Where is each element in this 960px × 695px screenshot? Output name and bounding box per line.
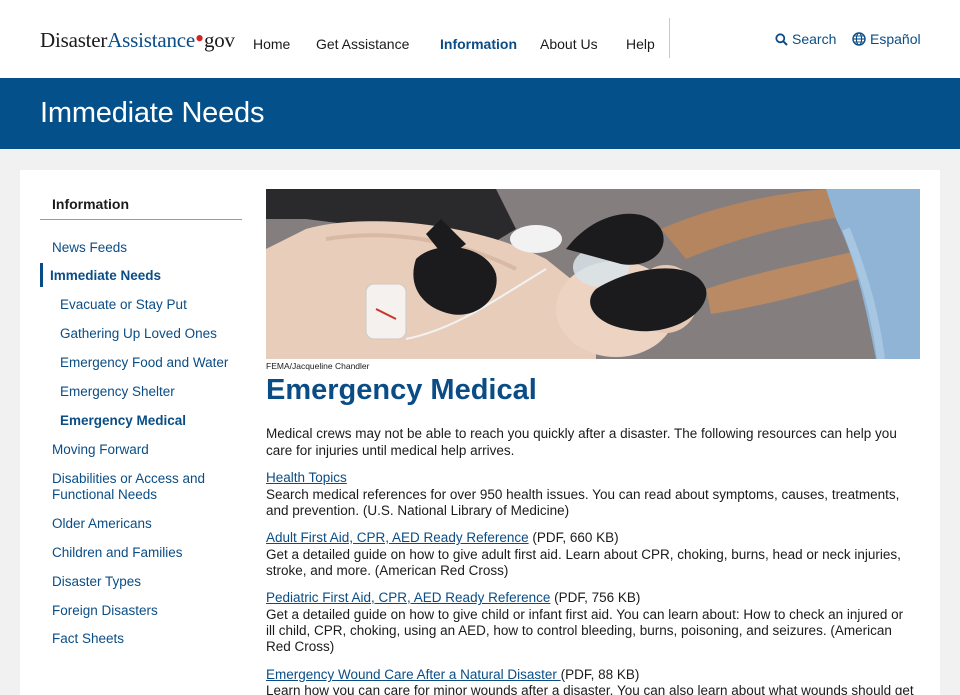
adult-first-aid-link[interactable]: Adult First Aid, CPR, AED Ready Referenc… (266, 530, 529, 545)
sidebar-item-news-feeds[interactable]: News Feeds (52, 239, 127, 256)
sidebar-item-disabilities-line2[interactable]: Functional Needs (52, 486, 157, 503)
nav-home[interactable]: Home (253, 36, 290, 52)
resource-description: ill child, CPR, choking, using an AED, h… (266, 623, 892, 638)
sidebar-item-shelter[interactable]: Emergency Shelter (60, 383, 175, 400)
language-link[interactable]: Español (852, 31, 921, 47)
nav-about-us[interactable]: About Us (540, 36, 598, 52)
resource-description: Get a detailed guide on how to give chil… (266, 607, 904, 622)
resource-description: Search medical references for over 950 h… (266, 487, 900, 502)
nav-help[interactable]: Help (626, 36, 655, 52)
logo-text-gov: gov (203, 28, 235, 52)
resource-description: Red Cross) (266, 639, 335, 654)
page-title: Immediate Needs (40, 97, 265, 129)
intro-line-2: care for injuries until medical help arr… (266, 443, 515, 458)
resource-description: stroke, and more. (American Red Cross) (266, 563, 509, 578)
intro-line-1: Medical crews may not be able to reach y… (266, 426, 897, 441)
resource-description: Learn how you can care for minor wounds … (266, 683, 914, 695)
wound-care-link[interactable]: Emergency Wound Care After a Natural Dis… (266, 667, 561, 682)
resource-adult-first-aid-title: Adult First Aid, CPR, AED Ready Referenc… (266, 529, 916, 546)
resource-description: and prevention. (U.S. National Library o… (266, 503, 570, 518)
search-icon (775, 32, 788, 46)
nav-information[interactable]: Information (440, 36, 517, 52)
site-header: DisasterAssistance•gov Home Get Assistan… (0, 0, 960, 78)
sidebar-item-foreign-disasters[interactable]: Foreign Disasters (52, 602, 158, 619)
logo-text-assistance: Assistance (107, 28, 196, 52)
sidebar-item-moving-forward[interactable]: Moving Forward (52, 441, 149, 458)
nav-divider (669, 18, 670, 58)
sidebar-heading: Information (52, 196, 129, 212)
resource-meta: (PDF, 756 KB) (550, 590, 641, 605)
sidebar-item-evacuate[interactable]: Evacuate or Stay Put (60, 296, 187, 313)
sidebar-item-children-families[interactable]: Children and Families (52, 544, 183, 561)
main-heading: Emergency Medical (266, 374, 537, 406)
nav-get-assistance[interactable]: Get Assistance (316, 36, 409, 52)
sidebar-item-food-water[interactable]: Emergency Food and Water (60, 354, 228, 371)
sidebar-item-older-americans[interactable]: Older Americans (52, 515, 152, 532)
health-topics-link[interactable]: Health Topics (266, 470, 347, 485)
site-logo[interactable]: DisasterAssistance•gov (40, 26, 235, 53)
language-label: Español (870, 31, 921, 47)
logo-dot: • (195, 24, 204, 53)
resource-meta: (PDF, 88 KB) (560, 667, 640, 682)
sidebar-item-disabilities-line1[interactable]: Disabilities or Access and (52, 470, 205, 487)
globe-icon (852, 32, 866, 46)
sidebar-item-emergency-medical[interactable]: Emergency Medical (60, 412, 186, 429)
logo-text-disaster: Disaster (40, 28, 108, 52)
pediatric-first-aid-link[interactable]: Pediatric First Aid, CPR, AED Ready Refe… (266, 590, 550, 605)
page-banner: Immediate Needs (0, 78, 960, 149)
resource-description: Get a detailed guide on how to give adul… (266, 547, 901, 562)
search-label: Search (792, 31, 837, 47)
resource-meta: (PDF, 660 KB) (528, 530, 619, 545)
sidebar-item-immediate-needs[interactable]: Immediate Needs (50, 267, 161, 284)
search-link[interactable]: Search (775, 31, 836, 47)
resource-pediatric-first-aid-title: Pediatric First Aid, CPR, AED Ready Refe… (266, 589, 916, 606)
sidebar-divider (40, 219, 242, 220)
sidebar-item-disaster-types[interactable]: Disaster Types (52, 573, 141, 590)
resource-wound-care-title: Emergency Wound Care After a Natural Dis… (266, 666, 916, 683)
photo-credit: FEMA/Jacqueline Chandler (266, 361, 370, 371)
sidebar-active-indicator (40, 263, 43, 287)
cpr-training-photo (266, 189, 920, 359)
sidebar-item-fact-sheets[interactable]: Fact Sheets (52, 630, 124, 647)
resource-health-topics-title: Health Topics (266, 469, 916, 486)
sidebar-item-gathering-loved-ones[interactable]: Gathering Up Loved Ones (60, 325, 217, 342)
